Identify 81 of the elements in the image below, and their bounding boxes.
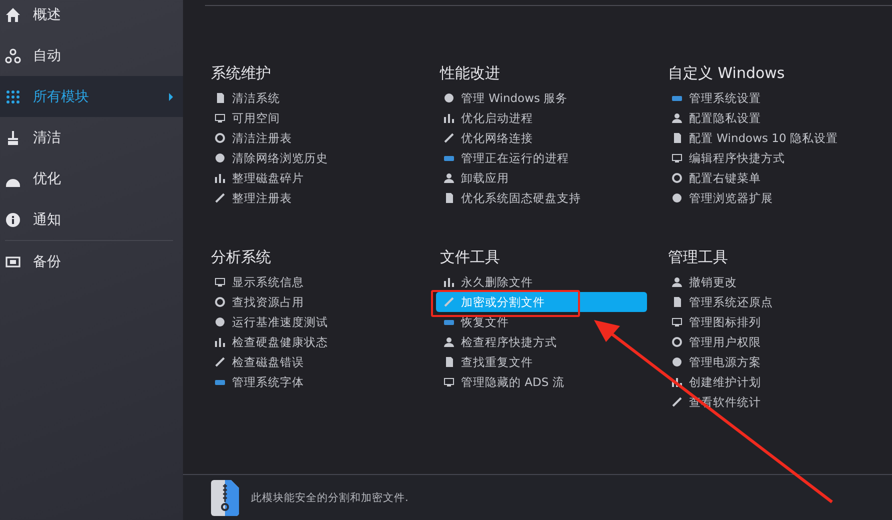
home-icon: [5, 6, 21, 22]
module-item[interactable]: 配置 Windows 10 隐私设置: [670, 128, 838, 148]
module-item[interactable]: 检查程序快捷方式: [442, 332, 557, 352]
module-item[interactable]: 管理 Windows 服务: [442, 88, 568, 108]
module-item[interactable]: 管理系统设置: [670, 88, 761, 108]
drive-icon: [672, 93, 682, 103]
sidebar-item[interactable]: 通知: [0, 199, 183, 240]
doc-icon: [215, 93, 225, 103]
module-item[interactable]: 撤销更改: [670, 272, 737, 292]
info-icon: [5, 212, 21, 228]
module-item[interactable]: 管理系统字体: [213, 372, 304, 392]
sidebar-item[interactable]: 清洁: [0, 117, 183, 158]
user-icon: [672, 277, 682, 287]
module-description: 此模块能安全的分割和加密文件.: [251, 490, 408, 504]
drive-icon: [444, 153, 454, 163]
doc-icon: [444, 357, 454, 367]
module-item[interactable]: 整理磁盘碎片: [213, 168, 304, 188]
module-item[interactable]: 配置隐私设置: [670, 108, 761, 128]
module-item[interactable]: 管理隐藏的 ADS 流: [442, 372, 564, 392]
sidebar-item[interactable]: 自动: [0, 35, 183, 76]
chart-icon: [444, 113, 454, 123]
module-item[interactable]: 运行基准速度测试: [213, 312, 328, 332]
module-item[interactable]: 清洁系统: [213, 88, 280, 108]
sidebar-item[interactable]: 备份: [0, 241, 183, 282]
module-item[interactable]: 查找重复文件: [442, 352, 533, 372]
monitor-icon: [215, 113, 225, 123]
broom-icon: [5, 130, 21, 146]
module-item[interactable]: 清洁注册表: [213, 128, 292, 148]
module-item[interactable]: 卸载应用: [442, 168, 509, 188]
module-item[interactable]: 永久删除文件: [442, 272, 533, 292]
sidebar-item[interactable]: 优化: [0, 158, 183, 199]
gauge-icon: [6, 178, 20, 186]
section-title: 系统维护: [211, 64, 272, 83]
module-item[interactable]: 优化启动进程: [442, 108, 533, 128]
chart-icon: [444, 277, 454, 287]
sidebar-item[interactable]: 所有模块: [0, 76, 183, 117]
drive-icon: [215, 377, 225, 387]
section-title: 性能改进: [440, 64, 501, 83]
module-item[interactable]: 管理系统还原点: [670, 292, 773, 312]
module-item[interactable]: 检查磁盘错误: [213, 352, 304, 372]
caret-icon: [169, 92, 173, 100]
drive-icon: [444, 317, 454, 327]
section-title: 自定义 Windows: [668, 64, 786, 83]
module-item[interactable]: 恢复文件: [442, 312, 509, 332]
module-item[interactable]: 检查硬盘健康状态: [213, 332, 328, 352]
module-item[interactable]: 管理图标排列: [670, 312, 761, 332]
grid-icon: [5, 88, 21, 104]
section-title: 文件工具: [440, 248, 501, 267]
user-icon: [444, 337, 454, 347]
doc-icon: [672, 297, 682, 307]
monitor-icon: [672, 317, 682, 327]
doc-icon: [444, 193, 454, 203]
section-title: 分析系统: [211, 248, 272, 267]
monitor-icon: [672, 153, 682, 163]
module-item[interactable]: 配置右键菜单: [670, 168, 761, 188]
chart-icon: [215, 337, 225, 347]
doc-icon: [672, 133, 682, 143]
box-icon: [5, 254, 21, 270]
module-item[interactable]: 可用空间: [213, 108, 280, 128]
module-item[interactable]: 清除网络浏览历史: [213, 148, 328, 168]
sidebar-item[interactable]: 概述: [0, 0, 183, 35]
monitor-icon: [215, 277, 225, 287]
module-item[interactable]: 管理电源方案: [670, 352, 761, 372]
module-item[interactable]: 整理注册表: [213, 188, 292, 208]
module-item[interactable]: 创建维护计划: [670, 372, 761, 392]
module-item[interactable]: 管理用户权限: [670, 332, 761, 352]
module-item[interactable]: 优化系统固态硬盘支持: [442, 188, 581, 208]
user-icon: [444, 173, 454, 183]
chart-icon: [672, 377, 682, 387]
zip-file-icon: [211, 480, 239, 516]
user-icon: [672, 113, 682, 123]
module-item[interactable]: 管理正在运行的进程: [442, 148, 569, 168]
module-item[interactable]: 显示系统信息: [213, 272, 304, 292]
section-title: 管理工具: [668, 248, 729, 267]
nodes-icon: [5, 48, 21, 64]
chart-icon: [215, 173, 225, 183]
monitor-icon: [444, 377, 454, 387]
module-item[interactable]: 优化网络连接: [442, 128, 533, 148]
module-item[interactable]: 编辑程序快捷方式: [670, 148, 785, 168]
module-item[interactable]: 查找资源占用: [213, 292, 304, 312]
module-item[interactable]: 管理浏览器扩展: [670, 188, 773, 208]
